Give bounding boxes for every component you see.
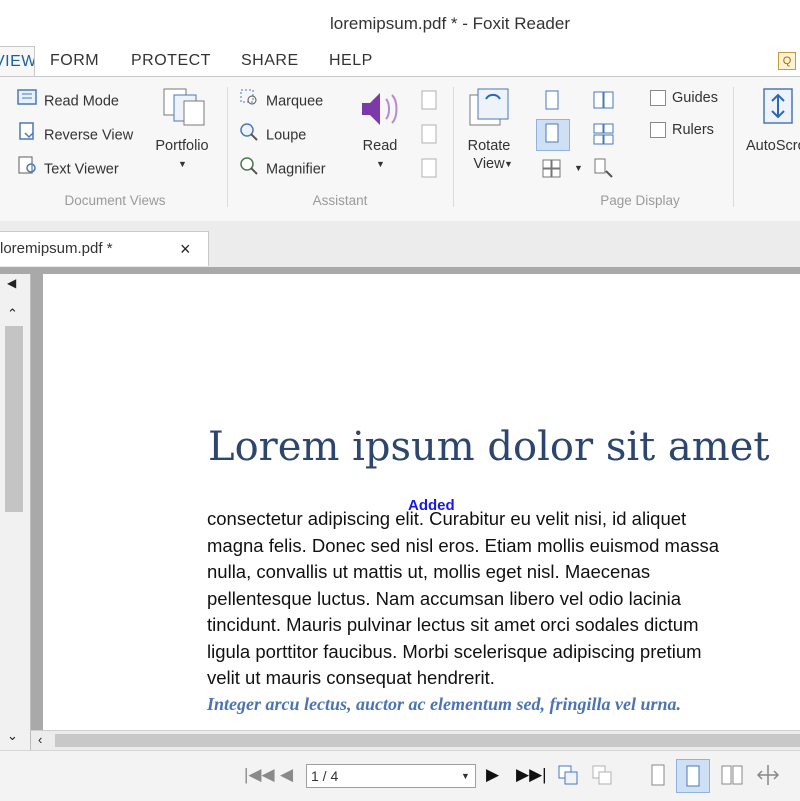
fit-page-icon[interactable] (756, 763, 780, 792)
body-line: pellentesque luctus. Nam accumsan libero… (207, 587, 682, 609)
close-icon[interactable]: × (180, 232, 191, 266)
title-bar: loremipsum.pdf * - Foxit Reader (0, 0, 800, 47)
magnifier-label: Magnifier (266, 161, 326, 178)
scrollbar-thumb[interactable] (5, 326, 23, 512)
read-label: Read (362, 138, 398, 154)
next-view-icon[interactable] (590, 763, 614, 792)
rulers-label: Rulers (672, 122, 714, 138)
text-viewer-label: Text Viewer (44, 161, 119, 178)
status-bar: |◀◀ ◀ 1 / 4 ▼ ▶ ▶▶| (0, 750, 800, 801)
document-tab[interactable]: loremipsum.pdf * × (0, 231, 209, 266)
reverse-view-label: Reverse View (44, 127, 134, 144)
text-viewer-icon (16, 155, 38, 184)
body-line: consectetur adipiscing elit. Curabitur e… (207, 508, 687, 529)
reverse-view-button[interactable]: Reverse View (16, 121, 133, 147)
scroll-left-icon[interactable]: ◀ (7, 276, 16, 290)
read-mode-label: Read Mode (44, 93, 119, 110)
two-page-continuous-icon[interactable] (592, 123, 614, 145)
facing-page-icon[interactable] (720, 763, 744, 792)
page-indicator: 1 / 4 (311, 768, 339, 784)
document-tab-label: loremipsum.pdf * (0, 240, 113, 257)
ribbon-separator (733, 87, 734, 207)
tab-view[interactable]: VIEW (0, 46, 35, 77)
document-tab-strip: loremipsum.pdf * × (0, 221, 800, 267)
tab-protect[interactable]: PROTECT (131, 46, 211, 76)
portfolio-icon[interactable] (160, 85, 208, 129)
next-page-icon[interactable]: ▶ (486, 765, 499, 785)
single-page-icon[interactable] (540, 89, 562, 111)
marquee-icon (238, 87, 260, 116)
rulers-checkbox[interactable]: Rulers (650, 117, 714, 143)
marquee-label: Marquee (266, 93, 324, 110)
body-line: nulla, convallis ut mattis ut, mollis eg… (207, 561, 651, 582)
split-view-icon[interactable] (592, 157, 614, 179)
portfolio-label: Portfolio (155, 138, 209, 154)
document-frame (0, 267, 800, 274)
scrollbar-thumb[interactable] (55, 734, 800, 747)
previous-page-icon[interactable]: ◀ (280, 765, 293, 785)
ribbon-separator (453, 87, 454, 207)
single-page-icon[interactable] (646, 763, 670, 792)
body-line: ligula porttitor faucibus. Morbi sceleri… (207, 640, 702, 662)
first-page-icon[interactable]: |◀◀ (244, 765, 275, 785)
ribbon-separator (227, 87, 228, 207)
layout-dropdown-icon[interactable]: ▼ (574, 163, 583, 173)
loupe-label: Loupe (266, 127, 307, 144)
page-icon[interactable] (418, 157, 440, 179)
autoscroll-label: AutoScroll (746, 138, 800, 154)
continuous-page-icon[interactable] (676, 759, 710, 793)
facing-page-icon[interactable] (540, 157, 562, 179)
scroll-left-icon[interactable]: ‹ (38, 732, 42, 747)
rotate-view-dropdown-icon[interactable]: ▼ (504, 159, 513, 169)
page-number-select[interactable]: 1 / 4 ▼ (306, 764, 476, 788)
read-mode-button[interactable]: Read Mode (16, 87, 119, 113)
pdf-page[interactable]: Lorem ipsum dolor sit amet Added consect… (43, 274, 800, 730)
page-display-group-label: Page Display (600, 193, 680, 208)
tab-help[interactable]: HELP (329, 46, 373, 76)
last-page-icon[interactable]: ▶▶| (516, 765, 547, 785)
magnifier-button[interactable]: Magnifier (238, 155, 326, 181)
page-icon[interactable] (418, 123, 440, 145)
search-icon[interactable]: Q (778, 52, 796, 70)
read-aloud-icon[interactable] (358, 89, 402, 129)
rulers-checkbox-box[interactable] (650, 122, 666, 139)
document-views-group-label: Document Views (64, 193, 166, 208)
scroll-up-icon[interactable]: ⌃ (7, 306, 18, 322)
ribbon-view: Read Mode Reverse View Text Viewer Portf… (0, 76, 800, 222)
chevron-down-icon[interactable]: ▼ (461, 765, 470, 787)
document-quote: Integer arcu lectus, auctor ac elementum… (207, 694, 682, 714)
previous-view-icon[interactable] (556, 763, 580, 792)
body-line: magna felis. Donec sed nisl eros. Etiam … (207, 534, 720, 556)
portfolio-dropdown-icon[interactable]: ▼ (178, 159, 187, 169)
two-page-icon[interactable] (592, 89, 614, 111)
autoscroll-icon[interactable] (758, 85, 800, 129)
horizontal-scrollbar[interactable]: ‹ (31, 730, 800, 751)
read-dropdown-icon[interactable]: ▼ (376, 159, 385, 169)
ribbon-tab-bar: VIEW FORM PROTECT SHARE HELP Q (0, 46, 800, 77)
assistant-group-label: Assistant (312, 193, 368, 208)
guides-checkbox-box[interactable] (650, 90, 666, 107)
body-line: tincidunt. Mauris pulvinar lectus sit am… (207, 614, 699, 635)
page-icon[interactable] (418, 89, 440, 111)
document-frame (31, 274, 43, 750)
read-mode-icon (16, 87, 38, 116)
vertical-scrollbar[interactable]: ◀ ⌃ ⌄ (0, 274, 31, 750)
reverse-view-icon (16, 121, 38, 150)
scroll-down-icon[interactable]: ⌄ (7, 728, 18, 744)
text-viewer-button[interactable]: Text Viewer (16, 155, 119, 181)
document-body: consectetur adipiscing elit. Curabitur e… (207, 506, 800, 692)
guides-checkbox[interactable]: Guides (650, 85, 718, 111)
marquee-button[interactable]: Marquee (238, 87, 323, 113)
loupe-icon (238, 121, 260, 150)
window-title: loremipsum.pdf * - Foxit Reader (330, 14, 570, 33)
rotate-view-icon[interactable] (466, 85, 514, 131)
tab-form[interactable]: FORM (50, 46, 99, 76)
document-heading: Lorem ipsum dolor sit amet (208, 424, 770, 470)
guides-label: Guides (672, 90, 718, 106)
body-line: velit ut mauris consequat hendrerit. (207, 667, 495, 688)
loupe-button[interactable]: Loupe (238, 121, 306, 147)
tab-share[interactable]: SHARE (241, 46, 299, 76)
magnifier-icon (238, 155, 260, 184)
continuous-page-icon[interactable] (536, 119, 570, 151)
